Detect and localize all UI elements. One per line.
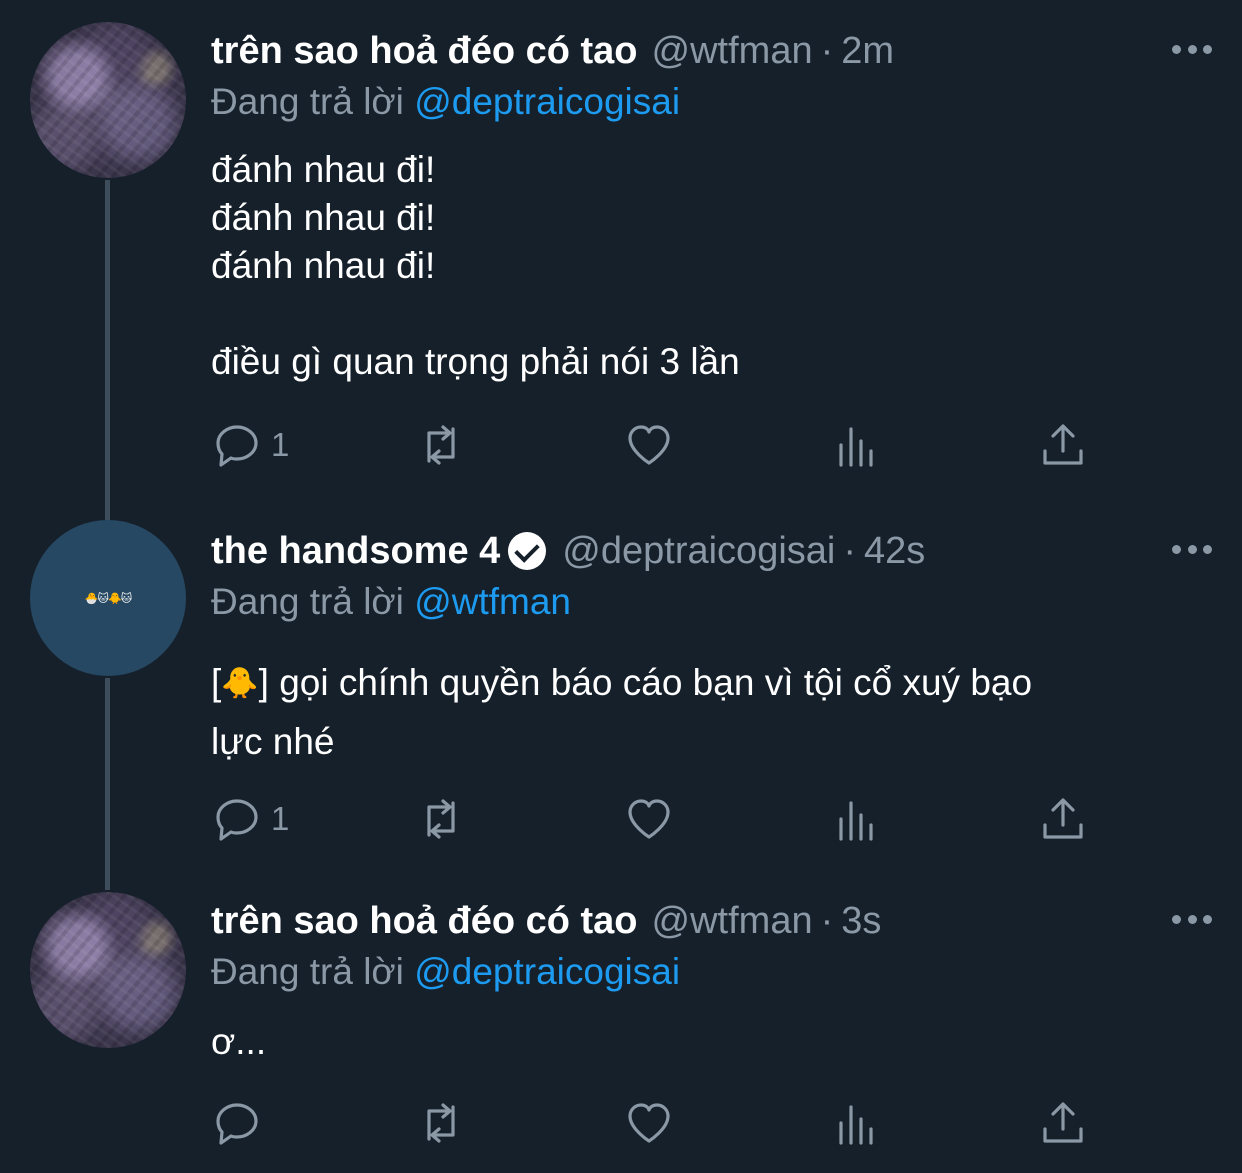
more-options-icon[interactable] (1172, 42, 1212, 56)
tweet[interactable]: trên sao hoả đéo có tao @wtfman · 2m Đan… (0, 0, 1242, 500)
reply-icon (216, 799, 258, 841)
like-button[interactable] (625, 420, 673, 470)
share-icon (1043, 1102, 1083, 1143)
reply-button[interactable]: 1 (213, 794, 289, 844)
analytics-icon (839, 427, 873, 467)
analytics-button[interactable] (833, 420, 881, 470)
analytics-icon (839, 801, 873, 841)
avatar[interactable]: 🐣🐱🐥🐱 (30, 520, 186, 676)
reply-count: 1 (271, 426, 290, 463)
replying-to: Đang trả lời @deptraicogisai (211, 78, 1202, 126)
share-icon (1043, 424, 1083, 465)
timestamp[interactable]: 3s (841, 900, 881, 943)
reply-icon (216, 1103, 258, 1145)
username-handle[interactable]: @wtfman (652, 30, 813, 73)
display-name[interactable]: trên sao hoả đéo có tao (211, 30, 638, 73)
analytics-button[interactable] (833, 794, 881, 844)
mention-link[interactable]: @deptraicogisai (414, 951, 680, 992)
tweet-header: trên sao hoả đéo có tao @wtfman · 3s (211, 896, 1202, 946)
like-icon (628, 799, 670, 839)
tweet-text-open: [ (211, 662, 222, 703)
display-name[interactable]: the handsome 4 (211, 530, 500, 573)
tweet-header: trên sao hoả đéo có tao @wtfman · 2m (211, 26, 1202, 76)
tweet-actions: 1 (213, 794, 1093, 844)
share-button[interactable] (1039, 794, 1087, 844)
like-button[interactable] (625, 794, 673, 844)
retweet-icon (427, 799, 455, 839)
tweet-text: ơ... (211, 1021, 267, 1062)
share-icon (1043, 798, 1083, 839)
analytics-icon (839, 1105, 873, 1145)
retweet-button[interactable] (417, 1098, 465, 1148)
mention-link[interactable]: @wtfman (414, 581, 571, 622)
reply-button[interactable] (213, 1098, 271, 1148)
tweet-text: [🐥] gọi chính quyền báo cáo bạn vì tội c… (211, 654, 1202, 771)
avatar-emoji: 🐣🐱🐥🐱 (84, 592, 132, 605)
like-button[interactable] (625, 1098, 673, 1148)
more-options-icon[interactable] (1172, 912, 1212, 926)
reply-button[interactable]: 1 (213, 420, 289, 470)
replying-prefix: Đang trả lời (211, 581, 404, 622)
retweet-icon (427, 425, 455, 465)
tweet-header: the handsome 4 @deptraicogisai · 42s (211, 526, 1202, 576)
tweet-text-rest: ] gọi chính quyền báo cáo bạn vì tội cổ … (211, 662, 1033, 762)
avatar[interactable] (30, 22, 186, 178)
replying-to: Đang trả lời @wtfman (211, 578, 1202, 626)
share-button[interactable] (1039, 1098, 1087, 1148)
retweet-button[interactable] (417, 794, 465, 844)
username-handle[interactable]: @deptraicogisai (562, 530, 835, 573)
display-name[interactable]: trên sao hoả đéo có tao (211, 900, 638, 943)
tweet-text: đánh nhau đi! đánh nhau đi! đánh nhau đi… (211, 149, 740, 382)
tweet[interactable]: 🐣🐱🐥🐱 the handsome 4 @deptraicogisai · 42… (0, 500, 1242, 870)
avatar[interactable] (30, 892, 186, 1048)
timestamp[interactable]: 2m (841, 30, 894, 73)
conversation-thread: trên sao hoả đéo có tao @wtfman · 2m Đan… (0, 0, 1242, 1173)
reply-count: 1 (271, 800, 290, 837)
separator-dot: · (820, 899, 834, 942)
like-icon (628, 425, 670, 465)
reply-icon (216, 425, 258, 467)
replying-to: Đang trả lời @deptraicogisai (211, 948, 1202, 996)
share-button[interactable] (1039, 420, 1087, 470)
like-icon (628, 1103, 670, 1143)
retweet-button[interactable] (417, 420, 465, 470)
username-handle[interactable]: @wtfman (652, 900, 813, 943)
replying-prefix: Đang trả lời (211, 951, 404, 992)
verified-icon (508, 532, 547, 570)
retweet-icon (427, 1103, 455, 1143)
mention-link[interactable]: @deptraicogisai (414, 81, 680, 122)
tweet-actions (213, 1098, 1093, 1148)
chick-emoji: 🐥 (221, 667, 259, 700)
tweet-actions: 1 (213, 420, 1093, 470)
timestamp[interactable]: 42s (864, 530, 925, 573)
analytics-button[interactable] (833, 1098, 881, 1148)
tweet[interactable]: trên sao hoả đéo có tao @wtfman · 3s Đan… (0, 870, 1242, 1173)
more-options-icon[interactable] (1172, 542, 1212, 556)
separator-dot: · (843, 529, 857, 572)
replying-prefix: Đang trả lời (211, 81, 404, 122)
separator-dot: · (820, 29, 834, 72)
